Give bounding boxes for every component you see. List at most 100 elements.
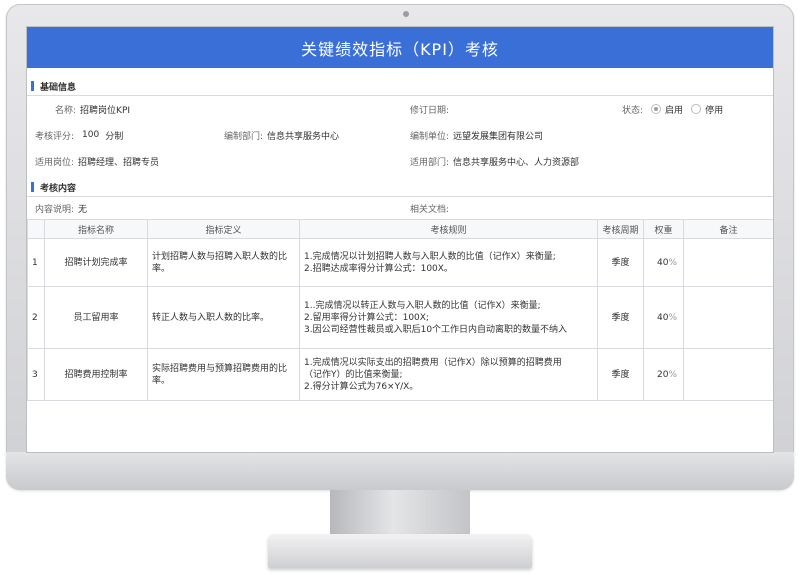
rule-line: （记作Y）的比值来衡量; bbox=[304, 369, 403, 380]
screen: 关键绩效指标（KPI）考核 基础信息 名称: 招聘岗位KPI 修订日期: 状态:… bbox=[27, 27, 773, 452]
kpi-definition: 转正人数与入职人数的比率。 bbox=[147, 286, 300, 349]
kpi-weight: 20% bbox=[643, 348, 684, 401]
kpi-period: 季度 bbox=[597, 348, 644, 401]
name-value: 招聘岗位KPI bbox=[80, 105, 131, 116]
post-field: 适用岗位: 招聘经理、招聘专员 bbox=[35, 148, 159, 174]
post-value: 招聘经理、招聘专员 bbox=[78, 157, 160, 168]
monitor-stand-base bbox=[268, 534, 532, 568]
monitor-bezel bbox=[6, 452, 794, 490]
definition-line: 率。 bbox=[152, 375, 171, 386]
info-row-2: 考核评分: 100 分制 编制部门: 信息共享服务中心 编制单位: 远望发展集团… bbox=[27, 122, 773, 148]
kpi-name: 招聘费用控制率 bbox=[44, 348, 148, 401]
section-title: 考核内容 bbox=[40, 183, 77, 194]
unit-label: 编制单位: bbox=[410, 131, 450, 142]
revision-date-label: 修订日期: bbox=[410, 105, 450, 116]
rule-line: 1.完成情况以实际支出的招聘费用（记作X）除以预算的招聘费用 bbox=[304, 357, 562, 368]
name-field: 名称: 招聘岗位KPI bbox=[55, 96, 130, 122]
desc-field: 内容说明: 无 bbox=[35, 197, 87, 219]
table-row: 2 员工留用率 转正人数与入职人数的比率。 1..完成情况以转正人数与入职人数的… bbox=[27, 286, 773, 349]
kpi-rules: 1..完成情况以转正人数与入职人数的比值（记作X）来衡量; 2.留用率得分计算公… bbox=[299, 286, 598, 349]
kpi-table: 指标名称 指标定义 考核规则 考核周期 权重 备注 1 招聘计划完成率 计划招聘… bbox=[27, 219, 773, 401]
row-index: 2 bbox=[27, 286, 45, 349]
definition-line: 实际招聘费用与预算招聘费用的比 bbox=[152, 363, 288, 374]
score-unit: 分制 bbox=[105, 131, 124, 142]
kpi-note bbox=[683, 348, 773, 401]
kpi-weight: 40% bbox=[643, 238, 684, 287]
col-header-name: 指标名称 bbox=[44, 219, 148, 239]
rule-line: 1.完成情况以计划招聘人数与入职人数的比值（记作X）来衡量; bbox=[304, 251, 556, 262]
kpi-note bbox=[683, 238, 773, 287]
name-label: 名称: bbox=[55, 105, 77, 116]
docs-field: 相关文档: bbox=[410, 197, 449, 219]
col-header-definition: 指标定义 bbox=[147, 219, 300, 239]
definition-line: 计划招聘人数与招聘入职人数的比 bbox=[152, 251, 288, 262]
page-title: 关键绩效指标（KPI）考核 bbox=[301, 39, 499, 59]
rule-line: 2.招聘达成率得分计算公式：100X。 bbox=[304, 263, 453, 274]
status-label: 状态: bbox=[622, 105, 644, 116]
weight-unit: % bbox=[668, 312, 677, 323]
rule-line: 3.因公司经营性裁员或入职后10个工作日内自动离职的数量不纳入 bbox=[304, 324, 568, 335]
weight-unit: % bbox=[668, 369, 677, 380]
weight-unit: % bbox=[668, 257, 677, 268]
status-radio-enabled[interactable] bbox=[651, 104, 662, 114]
applicable-dept-field: 适用部门: 信息共享服务中心、人力资源部 bbox=[410, 148, 579, 174]
kpi-rules: 1.完成情况以计划招聘人数与入职人数的比值（记作X）来衡量; 2.招聘达成率得分… bbox=[299, 238, 598, 287]
kpi-weight: 40% bbox=[643, 286, 684, 349]
kpi-note bbox=[683, 286, 773, 349]
col-header-weight: 权重 bbox=[643, 219, 684, 239]
assessment-row: 内容说明: 无 相关文档: bbox=[27, 197, 773, 219]
table-row: 1 招聘计划完成率 计划招聘人数与招聘入职人数的比 率。 1.完成情况以计划招聘… bbox=[27, 238, 773, 287]
row-index: 1 bbox=[27, 238, 45, 287]
score-field: 考核评分: 100 分制 bbox=[35, 122, 123, 148]
kpi-name: 员工留用率 bbox=[44, 286, 148, 349]
applicable-dept-value: 信息共享服务中心、人力资源部 bbox=[453, 157, 580, 168]
status-option-disabled[interactable]: 停用 bbox=[705, 103, 723, 116]
rule-line: 2.得分计算公式为76×Y/X。 bbox=[304, 381, 419, 392]
docs-label: 相关文档: bbox=[410, 204, 450, 215]
status-radio-disabled[interactable] bbox=[691, 104, 702, 114]
monitor-stand-neck bbox=[330, 490, 470, 536]
kpi-rules: 1.完成情况以实际支出的招聘费用（记作X）除以预算的招聘费用 （记作Y）的比值来… bbox=[299, 348, 598, 401]
col-header-rules: 考核规则 bbox=[299, 219, 598, 239]
weight-value: 20 bbox=[656, 369, 669, 380]
info-row-3: 适用岗位: 招聘经理、招聘专员 适用部门: 信息共享服务中心、人力资源部 bbox=[27, 148, 773, 174]
score-label: 考核评分: bbox=[35, 131, 75, 142]
unit-field: 编制单位: 远望发展集团有限公司 bbox=[410, 122, 543, 148]
kpi-definition: 实际招聘费用与预算招聘费用的比 率。 bbox=[147, 348, 300, 401]
section-basic-info: 基础信息 bbox=[27, 77, 773, 96]
table-row: 3 招聘费用控制率 实际招聘费用与预算招聘费用的比 率。 1.完成情况以实际支出… bbox=[27, 348, 773, 401]
rule-line: 2.留用率得分计算公式：100X; bbox=[304, 312, 429, 323]
desc-label: 内容说明: bbox=[35, 204, 75, 215]
post-label: 适用岗位: bbox=[35, 157, 75, 168]
definition-line: 转正人数与入职人数的比率。 bbox=[152, 312, 270, 323]
kpi-name: 招聘计划完成率 bbox=[44, 238, 148, 287]
unit-value: 远望发展集团有限公司 bbox=[453, 131, 544, 142]
kpi-period: 季度 bbox=[597, 286, 644, 349]
section-assessment: 考核内容 bbox=[27, 178, 773, 197]
row-index: 3 bbox=[27, 348, 45, 401]
section-marker bbox=[31, 182, 34, 192]
revision-date-field: 修订日期: bbox=[410, 96, 449, 122]
table-header-row: 指标名称 指标定义 考核规则 考核周期 权重 备注 bbox=[27, 219, 773, 239]
kpi-definition: 计划招聘人数与招聘入职人数的比 率。 bbox=[147, 238, 300, 287]
score-value: 100 bbox=[82, 130, 100, 140]
status-option-enabled[interactable]: 启用 bbox=[665, 103, 683, 116]
section-title: 基础信息 bbox=[40, 82, 77, 93]
section-marker bbox=[31, 81, 34, 91]
page-title-bar: 关键绩效指标（KPI）考核 bbox=[27, 27, 773, 68]
dept-value: 信息共享服务中心 bbox=[267, 131, 340, 142]
rule-line: 1..完成情况以转正人数与入职人数的比值（记作X）来衡量; bbox=[304, 300, 541, 311]
col-header-index bbox=[27, 219, 45, 239]
camera-dot bbox=[403, 11, 409, 17]
dept-field: 编制部门: 信息共享服务中心 bbox=[224, 122, 339, 148]
weight-value: 40 bbox=[656, 257, 669, 268]
desc-value: 无 bbox=[78, 204, 88, 215]
info-row-1: 名称: 招聘岗位KPI 修订日期: 状态: 启用 停用 bbox=[27, 96, 773, 122]
definition-line: 率。 bbox=[152, 263, 171, 274]
weight-value: 40 bbox=[656, 312, 669, 323]
col-header-note: 备注 bbox=[683, 219, 773, 239]
dept-label: 编制部门: bbox=[224, 131, 264, 142]
status-field: 状态: 启用 停用 bbox=[622, 96, 723, 122]
col-header-period: 考核周期 bbox=[597, 219, 644, 239]
applicable-dept-label: 适用部门: bbox=[410, 157, 450, 168]
